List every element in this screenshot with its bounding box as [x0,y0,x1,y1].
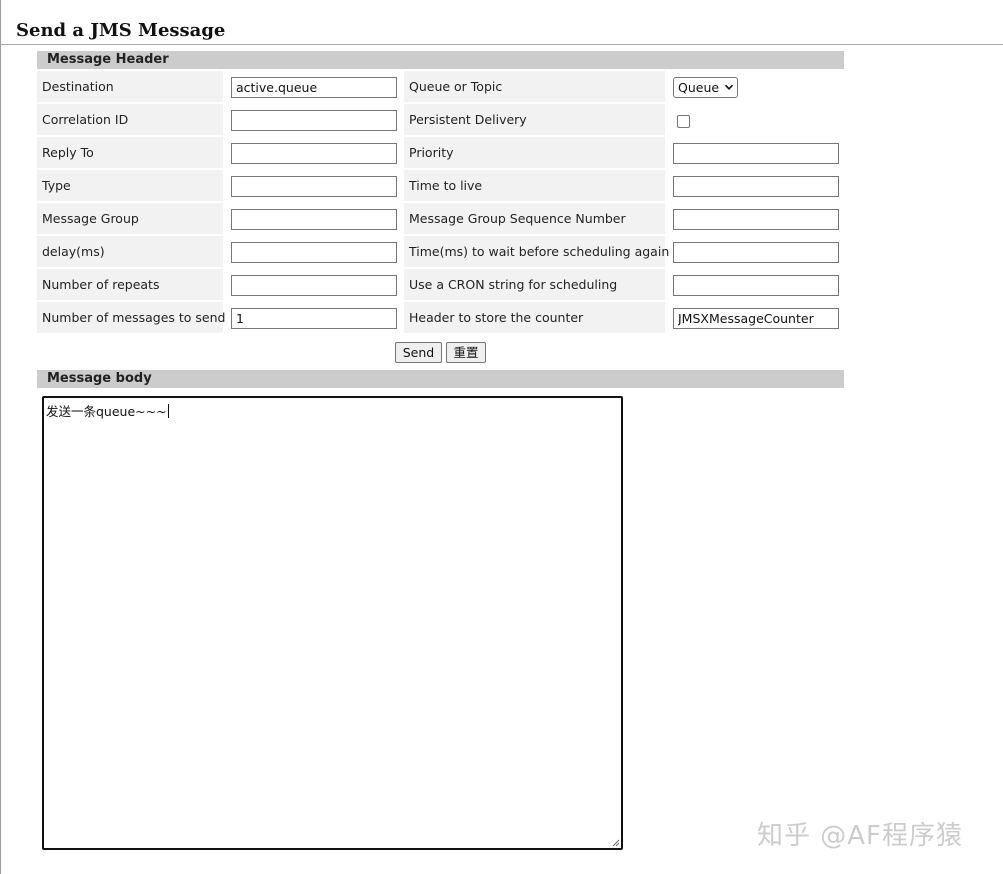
header-row-3: Reply To Priority [37,137,844,168]
text-caret [167,404,169,418]
message-body-textarea[interactable]: 发送一条queue~~~ [42,396,623,850]
persistent-delivery-checkbox[interactable] [677,115,690,128]
destination-input[interactable] [231,77,397,98]
time-to-live-label: Time to live [404,170,665,201]
title-divider [1,44,1003,45]
cron-label: Use a CRON string for scheduling [404,269,665,300]
message-body-text: 发送一条queue~~~ [46,404,167,419]
queue-or-topic-select[interactable]: Queue [673,77,738,98]
num-messages-cell [223,302,403,333]
message-group-label: Message Group [37,203,223,234]
message-group-input[interactable] [231,209,397,230]
queue-or-topic-selected: Queue [678,80,720,95]
page: Send a JMS Message Message Header Destin… [0,0,1003,874]
type-cell [223,170,403,201]
cron-input[interactable] [673,275,839,296]
num-messages-label: Number of messages to send [37,302,225,333]
message-group-seq-cell [665,203,844,234]
cron-cell [665,269,844,300]
message-header-bar: Message Header [37,51,844,69]
resize-grip-icon[interactable] [610,837,620,847]
header-row-7: Number of repeats Use a CRON string for … [37,269,844,300]
repeats-label: Number of repeats [37,269,223,300]
priority-cell [665,137,844,168]
priority-label: Priority [404,137,665,168]
header-row-4: Type Time to live [37,170,844,201]
counter-header-cell [665,302,844,333]
type-input[interactable] [231,176,397,197]
correlation-id-cell [223,104,403,135]
destination-label: Destination [37,71,223,102]
header-row-5: Message Group Message Group Sequence Num… [37,203,844,234]
delay-input[interactable] [231,242,397,263]
queue-or-topic-cell: Queue [665,71,844,102]
repeats-input[interactable] [231,275,397,296]
reply-to-cell [223,137,403,168]
time-wait-cell [665,236,844,267]
header-row-6: delay(ms) Time(ms) to wait before schedu… [37,236,844,267]
reply-to-input[interactable] [231,143,397,164]
page-title: Send a JMS Message [16,20,226,41]
correlation-id-input[interactable] [231,110,397,131]
time-wait-label: Time(ms) to wait before scheduling again [404,236,669,267]
chevron-down-icon [724,84,734,90]
queue-or-topic-label: Queue or Topic [404,71,665,102]
type-label: Type [37,170,223,201]
priority-input[interactable] [673,143,839,164]
header-row-1: Destination Queue or Topic Queue [37,71,844,102]
repeats-cell [223,269,403,300]
persistent-delivery-label: Persistent Delivery [404,104,665,135]
num-messages-input[interactable] [231,308,397,329]
delay-label: delay(ms) [37,236,223,267]
time-to-live-input[interactable] [673,176,839,197]
header-row-2: Correlation ID Persistent Delivery [37,104,844,135]
correlation-id-label: Correlation ID [37,104,223,135]
reset-button[interactable]: 重置 [446,342,486,363]
message-group-seq-label: Message Group Sequence Number [404,203,665,234]
time-wait-input[interactable] [673,242,839,263]
watermark: 知乎 @AF程序猿 [757,821,964,851]
counter-header-input[interactable] [673,308,839,329]
message-body-bar: Message body [37,370,844,388]
persistent-delivery-cell [665,104,844,135]
delay-cell [223,236,403,267]
send-button[interactable]: Send [395,342,442,363]
reply-to-label: Reply To [37,137,223,168]
message-group-seq-input[interactable] [673,209,839,230]
header-row-8: Number of messages to send Header to sto… [37,302,844,333]
counter-header-label: Header to store the counter [404,302,665,333]
message-group-cell [223,203,403,234]
destination-cell [223,71,403,102]
time-to-live-cell [665,170,844,201]
